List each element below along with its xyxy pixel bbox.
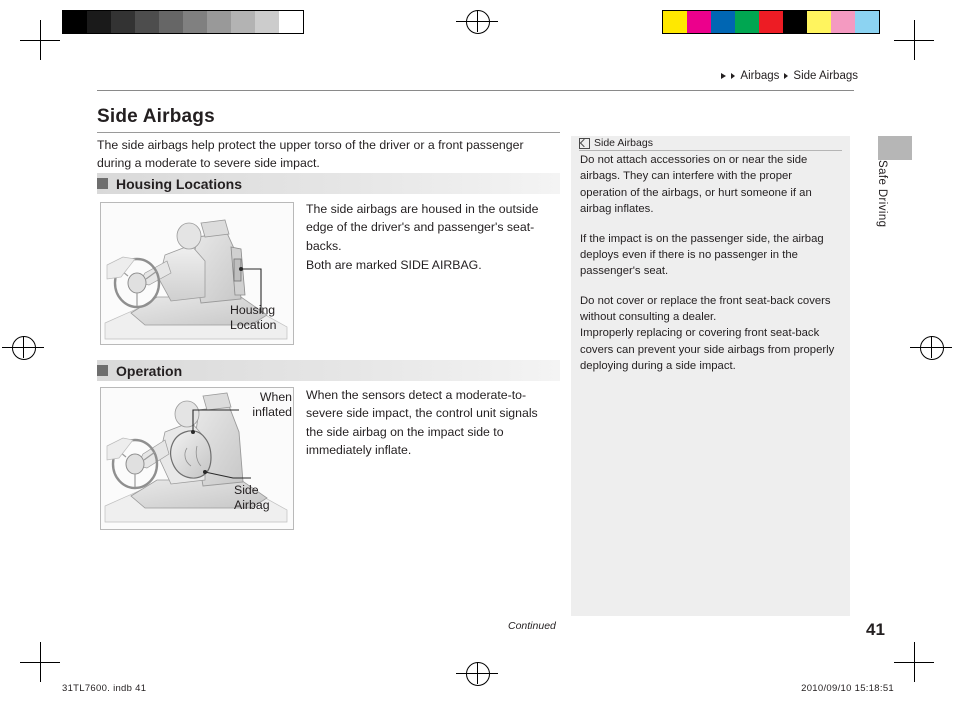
breadcrumb-arrow-icon-2 xyxy=(731,73,736,79)
header-divider xyxy=(97,90,854,91)
paragraph-housing-2: Both are marked SIDE AIRBAG. xyxy=(306,258,482,272)
section-header-operation: Operation xyxy=(97,360,560,381)
callout-housing-location: Housing Location xyxy=(230,303,277,333)
manual-page: Airbags Side Airbags Side Airbags The si… xyxy=(0,0,954,704)
section-title-operation: Operation xyxy=(116,362,183,379)
notice-header: Side Airbags xyxy=(579,137,653,149)
title-divider xyxy=(97,132,560,133)
breadcrumb-arrow-icon-1 xyxy=(721,73,727,79)
footer-file-info: 31TL7600. indb 41 xyxy=(62,683,147,694)
section-marker-icon xyxy=(97,365,108,376)
notice-icon xyxy=(579,137,590,149)
notice-title: Side Airbags xyxy=(594,137,653,149)
page-number: 41 xyxy=(866,620,885,639)
breadcrumb-arrow-icon-3 xyxy=(784,73,789,79)
section-header-housing-locations: Housing Locations xyxy=(97,173,560,194)
paragraph-operation: When the sensors detect a moderate-to-se… xyxy=(306,388,538,458)
section-title-housing: Housing Locations xyxy=(116,175,242,192)
notice-paragraph-4: Improperly replacing or covering front s… xyxy=(580,327,835,373)
paragraph-housing-1: The side airbags are housed in the outsi… xyxy=(306,202,539,253)
callout-when-inflated: When inflated xyxy=(252,390,292,420)
chapter-tab-label: Safe Driving xyxy=(876,160,888,228)
breadcrumb-section: Airbags xyxy=(740,70,780,82)
continued-label: Continued xyxy=(508,620,556,632)
notice-divider xyxy=(579,150,842,151)
page-title: Side Airbags xyxy=(97,106,215,127)
chapter-tab-marker xyxy=(878,136,912,160)
notice-paragraph-2: If the impact is on the passenger side, … xyxy=(580,232,824,278)
section-marker-icon xyxy=(97,178,108,189)
footer-timestamp: 2010/09/10 15:18:51 xyxy=(801,683,894,694)
breadcrumb: Airbags Side Airbags xyxy=(721,70,858,82)
callout-side-airbag: Side Airbag xyxy=(234,483,270,513)
notice-paragraph-3: Do not cover or replace the front seat-b… xyxy=(580,294,831,323)
intro-paragraph: The side airbags help protect the upper … xyxy=(97,138,524,171)
notice-paragraph-1: Do not attach accessories on or near the… xyxy=(580,154,812,216)
breadcrumb-page: Side Airbags xyxy=(793,70,858,82)
notice-body: Do not attach accessories on or near the… xyxy=(580,152,842,388)
